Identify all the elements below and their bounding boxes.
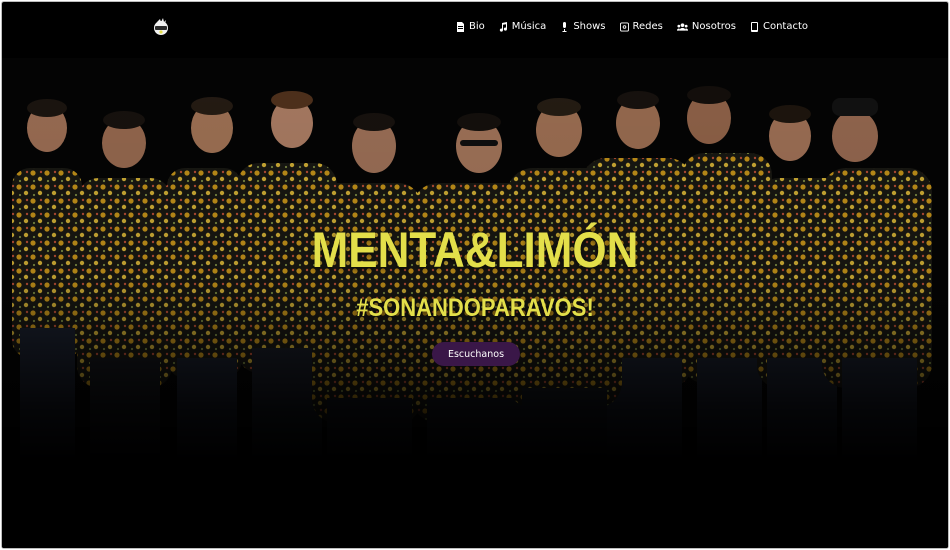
instagram-icon: [619, 22, 629, 31]
band-logo-icon[interactable]: [151, 17, 171, 37]
microphone-icon: [562, 21, 567, 32]
nav-item-musica[interactable]: Música: [499, 21, 547, 32]
nav-item-label: Bio: [468, 21, 485, 32]
band-slogan: #SONANDOPARAVOS!: [356, 294, 594, 322]
nav-item-label: Shows: [573, 21, 606, 32]
nav-item-label: Música: [511, 21, 547, 32]
main-menu: Bio Música Shows Redes Nosotros Contacto: [456, 21, 808, 32]
nav-item-nosotros[interactable]: Nosotros: [676, 21, 736, 32]
nav-item-label: Redes: [632, 21, 663, 32]
nav-item-bio[interactable]: Bio: [456, 21, 485, 32]
band-title: MENTA&LIMÓN: [311, 222, 639, 278]
page-frame: MENTA&LIMÓN #SONANDOPARAVOS! Escuchanos …: [1, 1, 949, 549]
nav-item-contacto[interactable]: Contacto: [750, 21, 808, 32]
listen-button[interactable]: Escuchanos: [432, 342, 520, 366]
users-icon: [676, 22, 688, 31]
phone-icon: [750, 21, 758, 32]
music-note-icon: [499, 21, 507, 32]
top-navbar: Bio Música Shows Redes Nosotros Contacto: [2, 2, 948, 58]
document-icon: [456, 21, 464, 32]
nav-item-label: Contacto: [762, 21, 808, 32]
nav-item-redes[interactable]: Redes: [619, 21, 663, 32]
hero-section: MENTA&LIMÓN #SONANDOPARAVOS! Escuchanos: [2, 58, 948, 548]
nav-item-shows[interactable]: Shows: [560, 21, 606, 32]
nav-item-label: Nosotros: [691, 21, 736, 32]
